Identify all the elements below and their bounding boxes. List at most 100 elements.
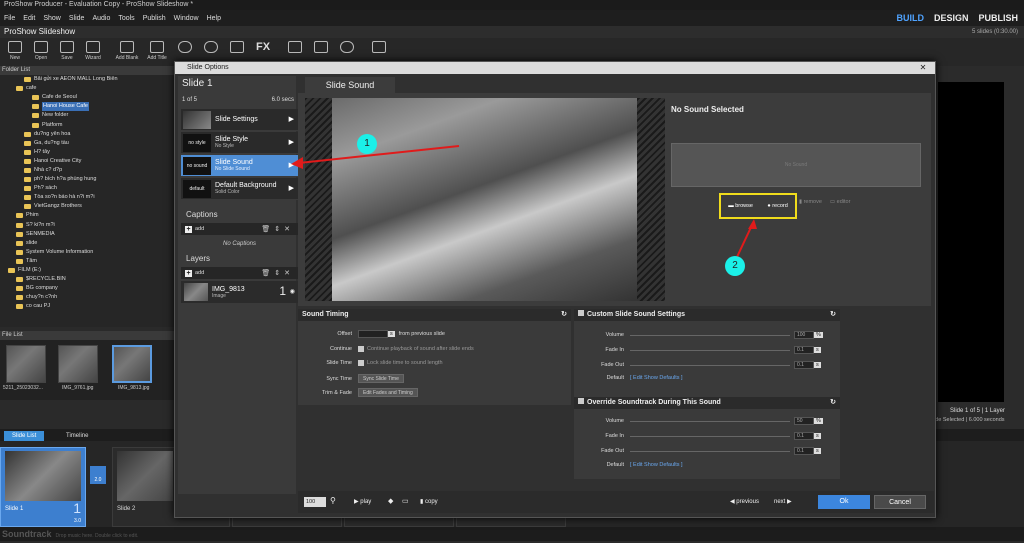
folder-item[interactable]: Ph? sách <box>0 184 175 193</box>
file-thumbnail[interactable] <box>6 345 46 383</box>
menu-tools[interactable]: Tools <box>114 15 138 22</box>
folder-item[interactable]: Tâm <box>0 257 175 266</box>
folder-item[interactable]: System Volume Information <box>0 248 175 257</box>
continue-checkbox[interactable] <box>358 346 364 352</box>
fade-out-slider[interactable] <box>630 450 790 452</box>
layer-item[interactable]: IMG_9813 Image 1 ◉ <box>181 281 298 303</box>
previous-button[interactable]: ◀ previous <box>730 498 759 505</box>
screen-icon[interactable]: ▭ <box>402 497 409 505</box>
tab-slide-sound[interactable]: Slide Sound <box>305 77 395 93</box>
add-caption-button[interactable]: add <box>195 226 204 232</box>
fade-out-input[interactable]: 0.1 <box>794 447 814 455</box>
open-button[interactable]: Open <box>28 38 54 66</box>
menu-publish[interactable]: Publish <box>139 15 170 22</box>
folder-item[interactable]: Phim <box>0 211 175 220</box>
ok-button[interactable]: Ok <box>818 495 870 509</box>
menu-show[interactable]: Show <box>39 15 65 22</box>
folder-item[interactable]: Bãi gửi xe AEON MALL Long Biên <box>0 75 175 84</box>
zoom-input[interactable]: 100 <box>304 497 326 507</box>
menu-slide[interactable]: Slide <box>65 15 89 22</box>
mode-build[interactable]: BUILD <box>896 13 924 23</box>
browse-button[interactable]: ▬ browse <box>728 203 753 209</box>
editor-button[interactable]: ▭ editor <box>830 199 851 205</box>
folder-item[interactable]: ph? bích h?a phùng hung <box>0 175 175 184</box>
fade-out-slider[interactable] <box>630 364 790 366</box>
custom-sound-checkbox[interactable] <box>578 310 584 316</box>
folder-item[interactable]: VietGangz Brothers <box>0 202 175 211</box>
folder-item[interactable]: FILM (E:) <box>0 266 175 275</box>
add-layer-icon[interactable]: + <box>185 269 192 277</box>
volume-input[interactable]: 100 <box>794 331 814 339</box>
file-thumbnail[interactable] <box>58 345 98 383</box>
add-caption-icon[interactable]: + <box>185 225 192 233</box>
folder-item[interactable]: S? ki?n m?i <box>0 221 175 230</box>
caption-tools[interactable]: 🗑⇕✕ <box>261 225 294 233</box>
folder-item[interactable]: Tòa so?n báo hà n?i m?i <box>0 193 175 202</box>
folder-item[interactable]: New folder <box>0 111 175 120</box>
folder-item[interactable]: Platform <box>0 120 175 129</box>
volume-slider[interactable] <box>630 420 790 422</box>
fade-in-slider[interactable] <box>630 349 790 351</box>
fade-in-slider[interactable] <box>630 435 790 437</box>
zoom-icon[interactable]: ⚲ <box>330 496 336 505</box>
layer-tools[interactable]: 🗑⇕✕ <box>261 269 294 277</box>
folder-item[interactable]: SENMEDIA <box>0 230 175 239</box>
menu-help[interactable]: Help <box>203 15 225 22</box>
soundtrack-bar[interactable]: Soundtrack Drop music here. Double click … <box>0 527 1024 541</box>
next-button[interactable]: next ▶ <box>774 498 792 505</box>
folder-item[interactable]: Hanoi House Cafe <box>0 102 175 112</box>
mode-design[interactable]: DESIGN <box>934 13 969 23</box>
folder-item[interactable]: H? tây <box>0 148 175 157</box>
transition-icon[interactable]: 2.0 <box>90 466 106 484</box>
folder-item[interactable]: chuy?n c?nh <box>0 293 175 302</box>
folder-item[interactable]: Nhà c? d?p <box>0 166 175 175</box>
menu-file[interactable]: File <box>0 15 19 22</box>
fade-out-input[interactable]: 0.1 <box>794 361 814 369</box>
folder-item[interactable]: slide <box>0 239 175 248</box>
folder-item[interactable]: Hanoi Creative City <box>0 157 175 166</box>
remove-button[interactable]: ▮ remove <box>799 199 822 205</box>
fade-in-input[interactable]: 0.1 <box>794 432 814 440</box>
folder-item[interactable]: Ga, du?ng tàu <box>0 139 175 148</box>
reset-icon[interactable]: ↻ <box>830 309 836 321</box>
copy-button[interactable]: ▮ copy <box>420 498 438 505</box>
wizard-button[interactable]: Wizard <box>80 38 106 66</box>
folder-item[interactable]: cafe <box>0 84 175 93</box>
mode-publish[interactable]: PUBLISH <box>978 13 1018 23</box>
volume-slider[interactable] <box>630 334 790 336</box>
cancel-button[interactable]: Cancel <box>874 495 926 509</box>
offset-input[interactable] <box>358 330 388 338</box>
folder-item[interactable]: Cafe de Seoul <box>0 93 175 102</box>
add-layer-button[interactable]: add <box>195 270 204 276</box>
eye-icon[interactable]: ◉ <box>290 288 295 295</box>
save-button[interactable]: Save <box>54 38 80 66</box>
bookmark-icon[interactable]: ◆ <box>388 497 393 505</box>
menu-edit[interactable]: Edit <box>19 15 39 22</box>
override-checkbox[interactable] <box>578 398 584 404</box>
fade-in-input[interactable]: 0.1 <box>794 346 814 354</box>
record-button[interactable]: ● record <box>767 203 787 209</box>
reset-icon[interactable]: ↻ <box>830 397 836 409</box>
add-blank-button[interactable]: Add Blank <box>112 38 142 66</box>
menu-audio[interactable]: Audio <box>88 15 114 22</box>
edit-show-defaults-link[interactable]: [ Edit Show Defaults ] <box>630 462 683 468</box>
folder-item[interactable]: BG company <box>0 284 175 293</box>
menu-slide-sound[interactable]: no sound Slide Sound No Slide Sound ▶ <box>181 155 298 177</box>
slide-time-checkbox[interactable] <box>358 360 364 366</box>
add-title-button[interactable]: Add Title <box>142 38 172 66</box>
menu-window[interactable]: Window <box>170 15 203 22</box>
tab-slide-list[interactable]: Slide List <box>4 431 45 441</box>
dialog-close-button[interactable]: ✕ <box>915 63 931 73</box>
volume-input[interactable]: 50 <box>794 417 814 425</box>
edit-show-defaults-link[interactable]: [ Edit Show Defaults ] <box>630 375 683 381</box>
tab-timeline[interactable]: Timeline <box>58 431 96 441</box>
play-button[interactable]: ▶ play <box>354 498 371 505</box>
menu-default-background[interactable]: default Default Background Solid Color ▶ <box>181 178 298 200</box>
folder-item[interactable]: du?ng yên hoa <box>0 130 175 139</box>
menu-slide-settings[interactable]: Slide Settings ▶ <box>181 109 298 131</box>
slide-slot-1[interactable]: Slide 1 1 3.0 <box>0 447 86 527</box>
reset-icon[interactable]: ↻ <box>561 309 567 321</box>
folder-item[interactable]: co cau PJ <box>0 302 175 311</box>
folder-item[interactable]: $RECYCLE.BIN <box>0 275 175 284</box>
file-thumbnail-selected[interactable] <box>112 345 152 383</box>
